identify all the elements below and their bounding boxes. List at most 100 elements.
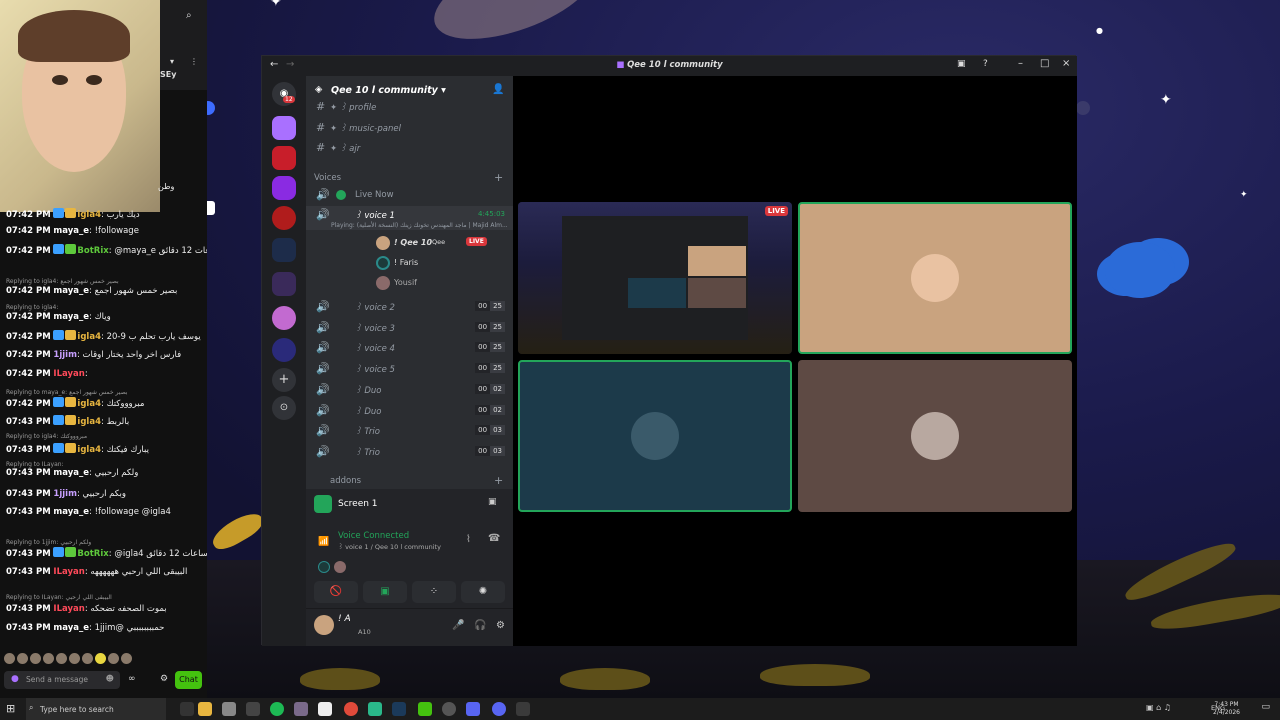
message-user[interactable]: maya_e (53, 507, 89, 517)
chat-input[interactable]: ● Send a message ☻ (4, 671, 120, 689)
voice-channel[interactable]: 🔊 ꒱ Trio 00 03 (306, 443, 513, 461)
app-icon[interactable] (368, 702, 382, 716)
help-icon[interactable]: ? (983, 59, 988, 69)
maximize-button[interactable]: □ (1040, 58, 1049, 69)
app-icon[interactable] (294, 702, 308, 716)
emote-icon[interactable] (56, 653, 67, 664)
user-avatar[interactable] (376, 236, 390, 250)
voice-channel[interactable]: 🔊 ꒱ voice 3 00 25 (306, 319, 513, 337)
reply-label[interactable]: Replying to igla4: (0, 304, 207, 312)
chat-message[interactable]: 07:43 PM maya_e: 1jjim@ حمببببببببي (0, 623, 207, 634)
activities-button[interactable]: ⁘ (412, 581, 456, 603)
emote-icon[interactable] (69, 653, 80, 664)
inbox-icon[interactable]: ▣ (957, 59, 966, 69)
notification-icon[interactable]: ▭ (1261, 702, 1270, 712)
spotify-icon[interactable] (270, 702, 284, 716)
text-channel[interactable]: # ✦ ꒱ ajr (306, 139, 513, 157)
video-tile[interactable] (798, 202, 1072, 354)
message-user[interactable]: igla4 (77, 417, 101, 427)
disconnect-icon[interactable]: ☎ (488, 533, 500, 544)
reply-label[interactable]: Replying to igla4: بصير خمس شهور اجمع (0, 278, 207, 286)
discover-icon[interactable]: ⊙ (272, 396, 296, 420)
video-tile[interactable] (798, 360, 1072, 512)
tray-icons[interactable]: ▣ ⌂ ♫ (1146, 703, 1171, 712)
chat-message[interactable]: 07:43 PM igla4: يبارك فيكتك (0, 443, 207, 456)
chrome-icon[interactable] (344, 702, 358, 716)
server-icon[interactable] (272, 146, 296, 170)
chat-message[interactable]: 07:42 PM BotRix: @maya_e يتابع هذه القنا… (0, 244, 207, 257)
more-icon[interactable]: ⋮ (190, 57, 198, 66)
emote-icon[interactable] (17, 653, 28, 664)
add-channel-icon[interactable]: + (494, 474, 503, 487)
message-user[interactable]: igla4 (77, 332, 101, 342)
gear-icon[interactable]: ⚙ (160, 674, 168, 684)
desktop-app-icon[interactable] (1076, 101, 1090, 115)
mic-icon[interactable]: 🎤 (452, 620, 464, 631)
close-button[interactable]: × (1062, 58, 1070, 69)
windows-start-icon[interactable]: ⊞ (6, 702, 15, 715)
search-icon[interactable]: ⌕ (186, 10, 192, 21)
steam-icon[interactable] (392, 702, 406, 716)
clock[interactable]: 7:43 PM 2/4/2026 (1213, 701, 1240, 717)
chat-message[interactable]: 07:42 PM maya_e: وياك (0, 312, 207, 323)
file-explorer-icon[interactable] (198, 702, 212, 716)
server-icon[interactable] (272, 272, 296, 296)
text-channel[interactable]: # ✦ ꒱ music-panel (306, 119, 513, 137)
emote-icon[interactable] (30, 653, 41, 664)
voice-user[interactable]: ! Qee 10 (394, 238, 432, 247)
chat-message[interactable]: 07:42 PM igla4: يوسف يارب تحلم ب 9-20 (0, 330, 207, 343)
chat-message[interactable]: 07:42 PM maya_e: بصير خمس شهور اجمع (0, 286, 207, 297)
message-user[interactable]: ILayan (53, 567, 84, 577)
add-channel-icon[interactable]: + (494, 171, 503, 184)
message-user[interactable]: ILayan (53, 369, 84, 379)
headphones-icon[interactable]: 🎧 (474, 620, 486, 631)
chat-message[interactable]: 07:42 PM igla4: مبروووكتك (0, 397, 207, 410)
app-icon[interactable] (222, 702, 236, 716)
voice-channel[interactable]: 🔊 ꒱ Duo 00 02 (306, 381, 513, 399)
voices-category[interactable]: Voices + (306, 169, 513, 187)
points-icon[interactable]: ∞ (128, 674, 136, 684)
server-icon[interactable] (272, 206, 296, 230)
message-user[interactable]: 1jjim (53, 350, 77, 360)
reply-label[interactable]: Replying to ILayan: (0, 461, 207, 469)
chat-message[interactable]: 07:42 PM igla4: ديك يارب (0, 208, 207, 221)
emote-picker-icon[interactable]: ☻ (106, 674, 114, 683)
message-user[interactable]: maya_e (53, 623, 89, 633)
soundboard-button[interactable]: ✺ (461, 581, 505, 603)
text-channel[interactable]: # ✦ ꒱ profile (306, 98, 513, 116)
voice-channel[interactable]: 🔊 ꒱ Duo 00 02 (306, 402, 513, 420)
message-user[interactable]: maya_e (53, 226, 89, 236)
app-icon[interactable] (246, 702, 260, 716)
chat-message[interactable]: 07:43 PM 1jjim: وبكم ارحبيي (0, 489, 207, 500)
chat-message[interactable]: 07:43 PM maya_e: ولكم ارحبيي (0, 468, 207, 479)
video-tile[interactable] (518, 360, 792, 512)
minimize-button[interactable]: – (1018, 58, 1023, 69)
message-user[interactable]: igla4 (77, 210, 101, 220)
voice-channel[interactable]: 🔊 ꒱ Trio 00 03 (306, 422, 513, 440)
task-view-icon[interactable] (180, 702, 194, 716)
emote-icon[interactable] (82, 653, 93, 664)
app-icon[interactable] (442, 702, 456, 716)
chat-send-button[interactable]: Chat (175, 671, 202, 689)
voice-channel-active[interactable]: 🔊 ꒱ voice 1 4:45:03 Playing: (النسخة الأص… (306, 206, 513, 230)
chat-message[interactable]: 07:43 PM maya_e: !followage @igla4 (0, 507, 207, 518)
user-avatar[interactable] (376, 276, 390, 290)
chat-message[interactable]: 07:42 PM maya_e: !followage (0, 226, 207, 237)
voice-channel[interactable]: 🔊 ꒱ voice 2 00 25 (306, 298, 513, 316)
app-icon[interactable] (466, 702, 480, 716)
obs-icon[interactable] (516, 702, 530, 716)
chat-message[interactable]: 07:43 PM BotRix: @igla4 يتابع هذه القناة… (0, 547, 207, 560)
discord-icon[interactable] (492, 702, 506, 716)
emote-icon[interactable] (108, 653, 119, 664)
message-user[interactable]: ILayan (53, 604, 84, 614)
message-user[interactable]: BotRix (77, 246, 108, 256)
camera-off-button[interactable]: 🚫 (314, 581, 358, 603)
emote-icon[interactable] (4, 653, 15, 664)
reply-label[interactable]: Replying to igla4: مبروووكتك (0, 433, 207, 441)
pin-icon[interactable]: ▾ (170, 57, 174, 66)
chat-message[interactable]: 07:43 PM ILayan: بموت الصحفه تضحكه (0, 604, 207, 615)
chat-message[interactable]: 07:43 PM igla4: بالربط (0, 415, 207, 428)
message-user[interactable]: maya_e (53, 312, 89, 322)
server-icon[interactable] (272, 338, 296, 362)
popout-icon[interactable]: ▣ (488, 497, 497, 507)
